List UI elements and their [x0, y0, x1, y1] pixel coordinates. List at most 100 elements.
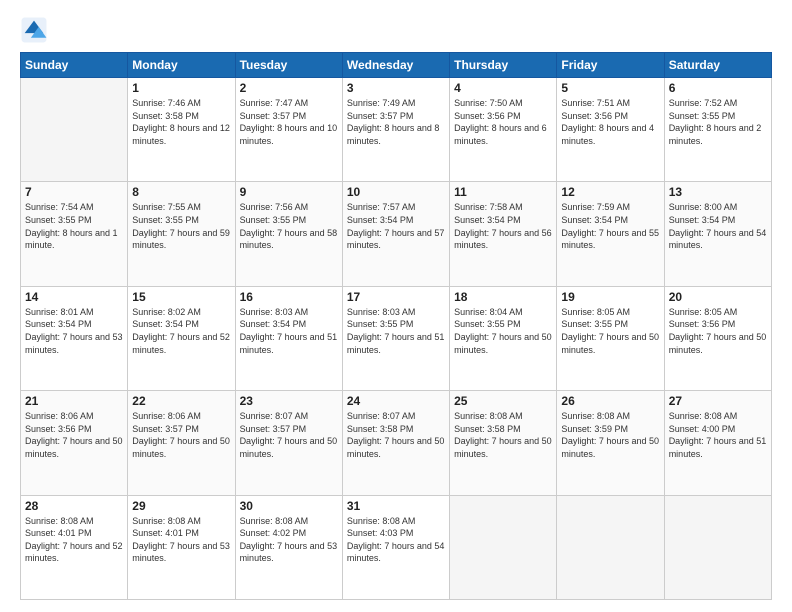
- calendar-cell: [450, 495, 557, 599]
- calendar-cell: 6 Sunrise: 7:52 AMSunset: 3:55 PMDaylight…: [664, 78, 771, 182]
- calendar-cell: 20Sunrise: 8:05 AMSunset: 3:56 PMDayligh…: [664, 286, 771, 390]
- calendar-cell: [664, 495, 771, 599]
- calendar-cell: 25 Sunrise: 8:08 AMSunset: 3:58 PMDayligh…: [450, 391, 557, 495]
- day-info: Sunrise: 8:08 AMSunset: 3:58 PMDaylight:…: [454, 410, 552, 460]
- day-info: Sunrise: 8:08 AMSunset: 4:00 PMDaylight:…: [669, 410, 767, 460]
- day-number: 23: [240, 394, 338, 408]
- weekday-header-row: SundayMondayTuesdayWednesdayThursdayFrid…: [21, 53, 772, 78]
- day-number: 24: [347, 394, 445, 408]
- day-info: Sunrise: 8:01 AMSunset: 3:54 PMDaylight:…: [25, 306, 123, 356]
- day-info: Sunrise: 7:47 AMSunset: 3:57 PMDaylight:…: [240, 97, 338, 147]
- day-number: 15: [132, 290, 230, 304]
- calendar-cell: 17 Sunrise: 8:03 AMSunset: 3:55 PMDayligh…: [342, 286, 449, 390]
- day-number: 8: [132, 185, 230, 199]
- day-number: 10: [347, 185, 445, 199]
- day-number: 5: [561, 81, 659, 95]
- calendar-cell: 21 Sunrise: 8:06 AMSunset: 3:56 PMDayligh…: [21, 391, 128, 495]
- calendar-cell: 13 Sunrise: 8:00 AMSunset: 3:54 PMDayligh…: [664, 182, 771, 286]
- calendar-cell: [21, 78, 128, 182]
- day-info: Sunrise: 7:57 AMSunset: 3:54 PMDaylight:…: [347, 201, 445, 251]
- logo: [20, 16, 52, 44]
- day-info: Sunrise: 7:49 AMSunset: 3:57 PMDaylight:…: [347, 97, 445, 147]
- day-number: 20: [669, 290, 767, 304]
- day-info: Sunrise: 8:08 AMSunset: 4:01 PMDaylight:…: [132, 515, 230, 565]
- day-info: Sunrise: 7:56 AMSunset: 3:55 PMDaylight:…: [240, 201, 338, 251]
- day-number: 14: [25, 290, 123, 304]
- day-info: Sunrise: 7:58 AMSunset: 3:54 PMDaylight:…: [454, 201, 552, 251]
- calendar-cell: 15Sunrise: 8:02 AMSunset: 3:54 PMDayligh…: [128, 286, 235, 390]
- calendar-cell: 28 Sunrise: 8:08 AMSunset: 4:01 PMDayligh…: [21, 495, 128, 599]
- day-number: 22: [132, 394, 230, 408]
- calendar-cell: 7 Sunrise: 7:54 AMSunset: 3:55 PMDaylight…: [21, 182, 128, 286]
- calendar-cell: 12Sunrise: 7:59 AMSunset: 3:54 PMDayligh…: [557, 182, 664, 286]
- day-info: Sunrise: 8:07 AMSunset: 3:58 PMDaylight:…: [347, 410, 445, 460]
- weekday-header-thursday: Thursday: [450, 53, 557, 78]
- day-info: Sunrise: 8:03 AMSunset: 3:55 PMDaylight:…: [347, 306, 445, 356]
- calendar-cell: 3 Sunrise: 7:49 AMSunset: 3:57 PMDaylight…: [342, 78, 449, 182]
- day-number: 26: [561, 394, 659, 408]
- calendar-cell: 30Sunrise: 8:08 AMSunset: 4:02 PMDayligh…: [235, 495, 342, 599]
- day-info: Sunrise: 7:46 AMSunset: 3:58 PMDaylight:…: [132, 97, 230, 147]
- day-info: Sunrise: 8:08 AMSunset: 4:01 PMDaylight:…: [25, 515, 123, 565]
- weekday-header-tuesday: Tuesday: [235, 53, 342, 78]
- day-number: 17: [347, 290, 445, 304]
- day-number: 28: [25, 499, 123, 513]
- calendar-cell: 2 Sunrise: 7:47 AMSunset: 3:57 PMDaylight…: [235, 78, 342, 182]
- calendar-cell: [557, 495, 664, 599]
- calendar-week-5: 28 Sunrise: 8:08 AMSunset: 4:01 PMDayligh…: [21, 495, 772, 599]
- calendar-cell: 16 Sunrise: 8:03 AMSunset: 3:54 PMDayligh…: [235, 286, 342, 390]
- calendar-cell: 14 Sunrise: 8:01 AMSunset: 3:54 PMDayligh…: [21, 286, 128, 390]
- calendar-cell: 27 Sunrise: 8:08 AMSunset: 4:00 PMDayligh…: [664, 391, 771, 495]
- calendar-cell: 9Sunrise: 7:56 AMSunset: 3:55 PMDaylight…: [235, 182, 342, 286]
- day-number: 25: [454, 394, 552, 408]
- day-number: 2: [240, 81, 338, 95]
- day-info: Sunrise: 8:04 AMSunset: 3:55 PMDaylight:…: [454, 306, 552, 356]
- day-number: 3: [347, 81, 445, 95]
- calendar-cell: 18Sunrise: 8:04 AMSunset: 3:55 PMDayligh…: [450, 286, 557, 390]
- day-info: Sunrise: 8:06 AMSunset: 3:57 PMDaylight:…: [132, 410, 230, 460]
- day-info: Sunrise: 7:52 AMSunset: 3:55 PMDaylight:…: [669, 97, 767, 147]
- weekday-header-sunday: Sunday: [21, 53, 128, 78]
- logo-icon: [20, 16, 48, 44]
- calendar-cell: 1 Sunrise: 7:46 AMSunset: 3:58 PMDaylight…: [128, 78, 235, 182]
- calendar-cell: 29 Sunrise: 8:08 AMSunset: 4:01 PMDayligh…: [128, 495, 235, 599]
- calendar-cell: 26 Sunrise: 8:08 AMSunset: 3:59 PMDayligh…: [557, 391, 664, 495]
- calendar-week-3: 14 Sunrise: 8:01 AMSunset: 3:54 PMDayligh…: [21, 286, 772, 390]
- day-info: Sunrise: 8:07 AMSunset: 3:57 PMDaylight:…: [240, 410, 338, 460]
- day-number: 30: [240, 499, 338, 513]
- calendar-week-2: 7 Sunrise: 7:54 AMSunset: 3:55 PMDaylight…: [21, 182, 772, 286]
- day-info: Sunrise: 7:51 AMSunset: 3:56 PMDaylight:…: [561, 97, 659, 147]
- day-number: 6: [669, 81, 767, 95]
- calendar-week-1: 1 Sunrise: 7:46 AMSunset: 3:58 PMDaylight…: [21, 78, 772, 182]
- calendar-cell: 4Sunrise: 7:50 AMSunset: 3:56 PMDaylight…: [450, 78, 557, 182]
- calendar-cell: 31 Sunrise: 8:08 AMSunset: 4:03 PMDayligh…: [342, 495, 449, 599]
- calendar-cell: 24 Sunrise: 8:07 AMSunset: 3:58 PMDayligh…: [342, 391, 449, 495]
- day-info: Sunrise: 8:00 AMSunset: 3:54 PMDaylight:…: [669, 201, 767, 251]
- day-number: 27: [669, 394, 767, 408]
- calendar-cell: 10 Sunrise: 7:57 AMSunset: 3:54 PMDayligh…: [342, 182, 449, 286]
- day-number: 21: [25, 394, 123, 408]
- day-number: 12: [561, 185, 659, 199]
- calendar-cell: 11Sunrise: 7:58 AMSunset: 3:54 PMDayligh…: [450, 182, 557, 286]
- weekday-header-friday: Friday: [557, 53, 664, 78]
- calendar-table: SundayMondayTuesdayWednesdayThursdayFrid…: [20, 52, 772, 600]
- header: [20, 16, 772, 44]
- day-info: Sunrise: 7:55 AMSunset: 3:55 PMDaylight:…: [132, 201, 230, 251]
- day-number: 1: [132, 81, 230, 95]
- day-info: Sunrise: 8:05 AMSunset: 3:55 PMDaylight:…: [561, 306, 659, 356]
- day-info: Sunrise: 8:08 AMSunset: 4:03 PMDaylight:…: [347, 515, 445, 565]
- day-info: Sunrise: 8:08 AMSunset: 3:59 PMDaylight:…: [561, 410, 659, 460]
- day-number: 31: [347, 499, 445, 513]
- day-number: 7: [25, 185, 123, 199]
- calendar-cell: 8 Sunrise: 7:55 AMSunset: 3:55 PMDaylight…: [128, 182, 235, 286]
- weekday-header-saturday: Saturday: [664, 53, 771, 78]
- calendar-week-4: 21 Sunrise: 8:06 AMSunset: 3:56 PMDayligh…: [21, 391, 772, 495]
- day-number: 16: [240, 290, 338, 304]
- calendar-cell: 23 Sunrise: 8:07 AMSunset: 3:57 PMDayligh…: [235, 391, 342, 495]
- day-info: Sunrise: 8:06 AMSunset: 3:56 PMDaylight:…: [25, 410, 123, 460]
- day-number: 13: [669, 185, 767, 199]
- day-number: 4: [454, 81, 552, 95]
- day-number: 29: [132, 499, 230, 513]
- day-info: Sunrise: 7:54 AMSunset: 3:55 PMDaylight:…: [25, 201, 123, 251]
- day-info: Sunrise: 8:03 AMSunset: 3:54 PMDaylight:…: [240, 306, 338, 356]
